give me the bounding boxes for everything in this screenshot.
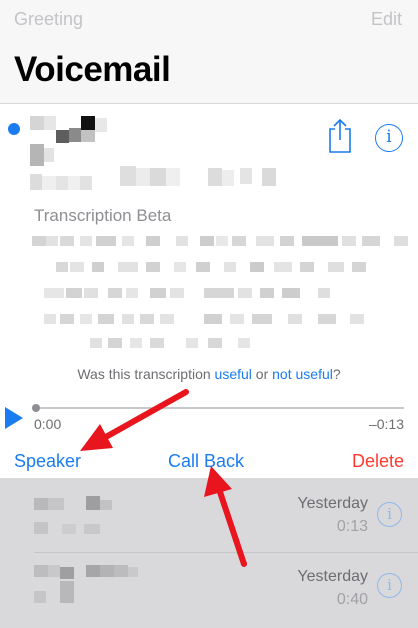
edit-button[interactable]: Edit — [371, 9, 402, 30]
voicemail-list: Yesterday 0:13 i Yesterday 0:40 i — [0, 478, 418, 628]
info-icon[interactable]: i — [377, 502, 402, 527]
info-icon[interactable]: i — [375, 124, 403, 152]
transcription-label: Transcription Beta — [34, 206, 172, 225]
transcription-feedback: Was this transcription useful or not use… — [0, 366, 418, 382]
list-item-duration: 0:40 — [336, 591, 368, 608]
remaining-time: –0:13 — [368, 416, 404, 432]
useful-link[interactable]: useful — [215, 366, 252, 382]
delete-button[interactable]: Delete — [352, 451, 404, 472]
feedback-or: or — [251, 366, 273, 382]
unread-indicator — [8, 123, 20, 135]
voicemail-detail-card: i Transcription Beta Was this transcript… — [0, 104, 418, 478]
share-icon[interactable] — [326, 118, 354, 154]
list-item[interactable]: Yesterday 0:40 i — [0, 553, 418, 628]
info-icon[interactable]: i — [377, 573, 402, 598]
call-back-button[interactable]: Call Back — [168, 451, 244, 472]
scrubber-thumb[interactable] — [32, 404, 40, 412]
play-icon[interactable] — [5, 407, 23, 429]
list-item[interactable]: Yesterday 0:13 i — [0, 478, 418, 553]
elapsed-time: 0:00 — [34, 416, 62, 432]
feedback-question-mark: ? — [332, 366, 341, 382]
list-item-duration: 0:13 — [336, 518, 368, 535]
list-item-date: Yesterday — [297, 568, 368, 585]
navigation-bar: Greeting Edit Voicemail — [0, 0, 418, 104]
greeting-button[interactable]: Greeting — [14, 9, 83, 30]
not-useful-link[interactable]: not useful — [272, 366, 333, 382]
feedback-prompt: Was this transcription — [77, 366, 215, 382]
list-item-date: Yesterday — [297, 495, 368, 512]
speaker-button[interactable]: Speaker — [14, 451, 81, 472]
page-title: Voicemail — [14, 50, 171, 89]
playback-scrubber[interactable] — [36, 407, 404, 409]
